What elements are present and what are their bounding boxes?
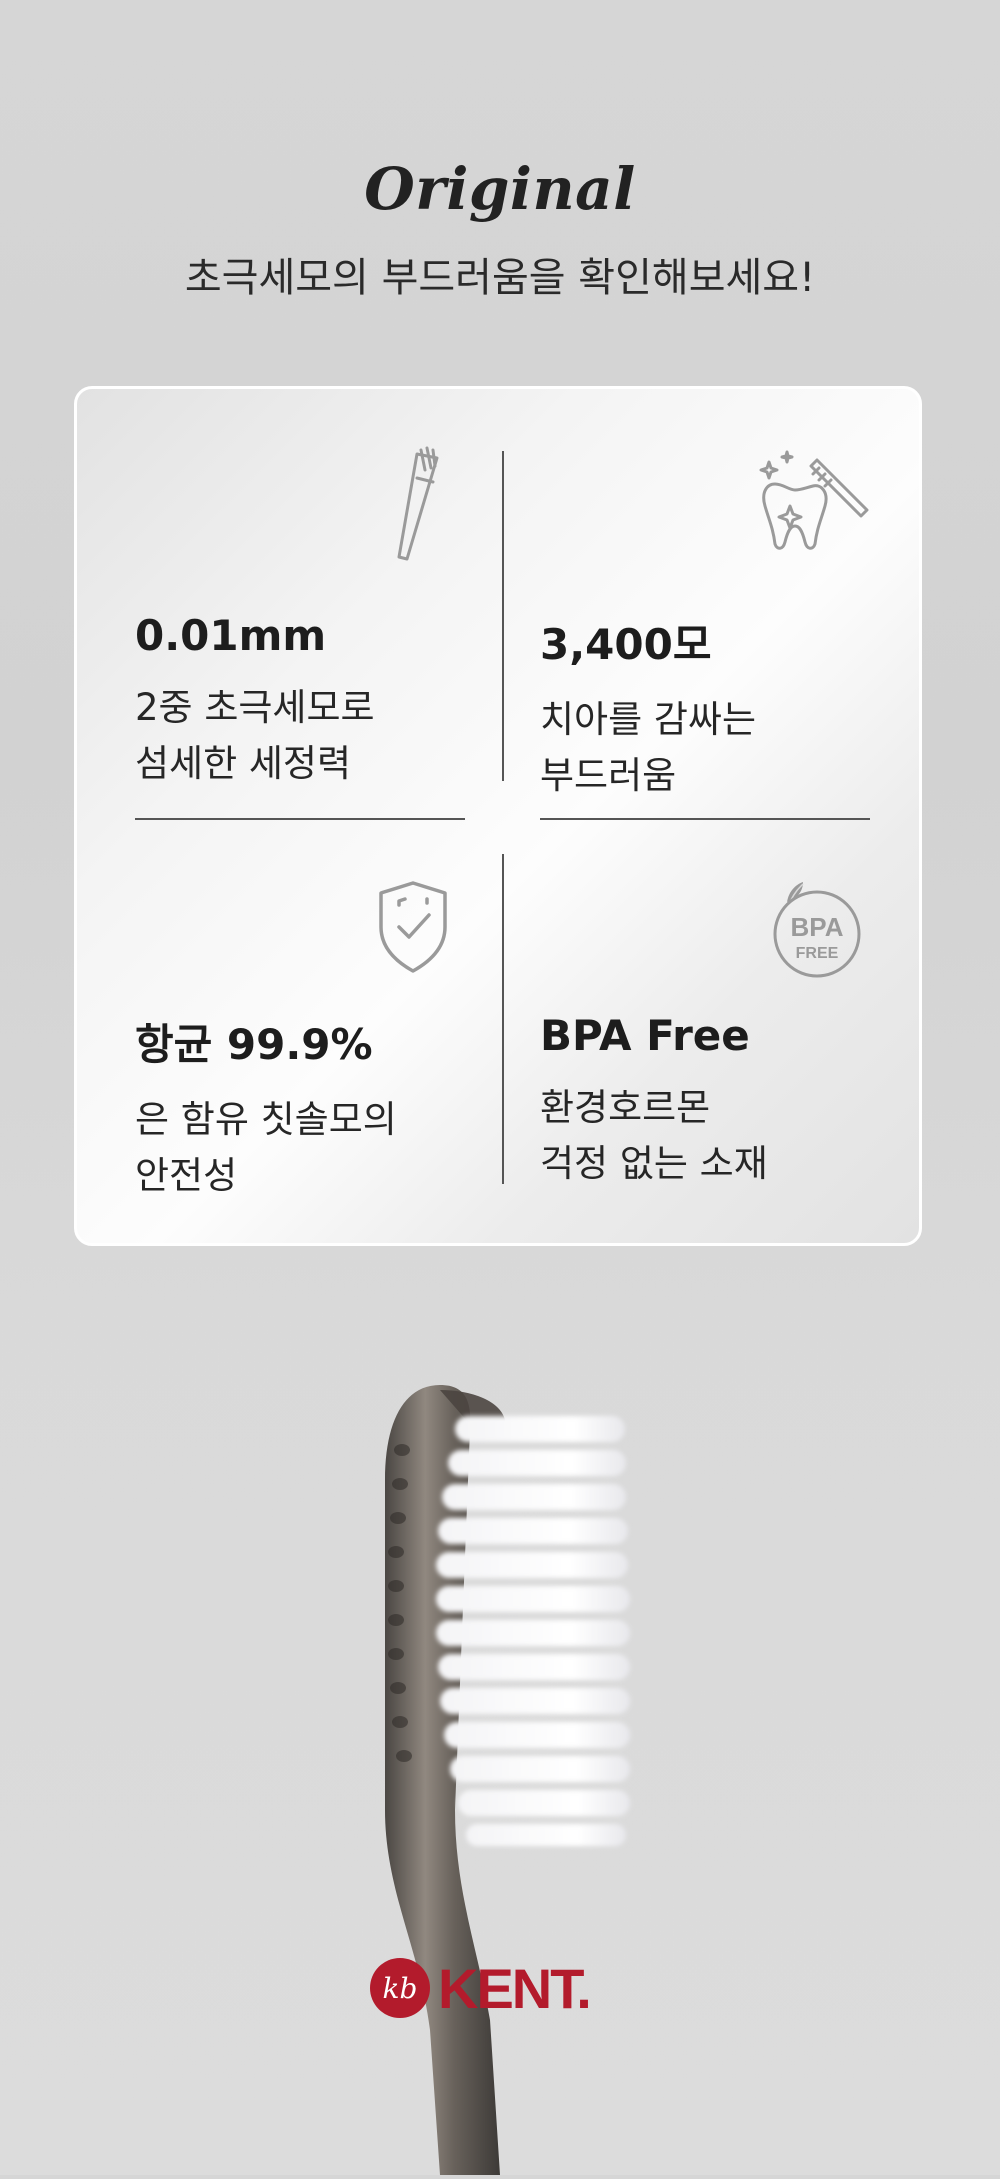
feature-bristle-thickness: 0.01mm 2중 초극세모로 섬세한 세정력 (135, 611, 465, 792)
page-subtitle: 초극세모의 부드러움을 확인해보세요! (184, 255, 816, 301)
bpa-free-badge-icon: BPA FREE (767, 864, 867, 979)
feature-card: BPA FREE 0.01mm 2중 초극세모로 섬세한 세정력 3,400모 … (74, 386, 922, 1246)
toothbrush-icon (377, 444, 447, 564)
shield-check-icon (375, 879, 451, 974)
feature-title: BPA Free (540, 1011, 750, 1060)
vertical-divider-top (502, 451, 504, 781)
kent-logo: kb KENT. (370, 1948, 640, 2028)
page-title: Original (364, 155, 636, 223)
feature-description: 2중 초극세모로 섬세한 세정력 (135, 686, 375, 785)
feature-bpa-free: BPA Free 환경호르몬 걱정 없는 소재 (540, 1011, 870, 1192)
brand-monogram: kb (383, 1972, 418, 2005)
feature-title: 3,400모 (540, 620, 712, 669)
feature-description: 은 함유 칫솔모의 안전성 (135, 1098, 397, 1197)
feature-description: 치아를 감싸는 부드러움 (540, 698, 757, 797)
bpa-badge-line2: FREE (796, 945, 839, 962)
feature-antibacterial: 항균 99.9% 은 함유 칫솔모의 안전성 (135, 1011, 465, 1204)
horizontal-divider-right (540, 818, 870, 820)
bpa-badge-line1: BPA (791, 912, 844, 942)
feature-title: 항균 99.9% (135, 1020, 373, 1069)
feature-title: 0.01mm (135, 611, 327, 660)
feature-bristle-count: 3,400모 치아를 감싸는 부드러움 (540, 611, 870, 804)
brand-name: KENT. (438, 1957, 590, 2020)
toothbrush-product-image (0, 1330, 1000, 2175)
horizontal-divider-left (135, 818, 465, 820)
vertical-divider-bottom (502, 854, 504, 1184)
feature-description: 환경호르몬 걱정 없는 소재 (540, 1086, 768, 1185)
tooth-sparkle-icon (755, 444, 875, 554)
